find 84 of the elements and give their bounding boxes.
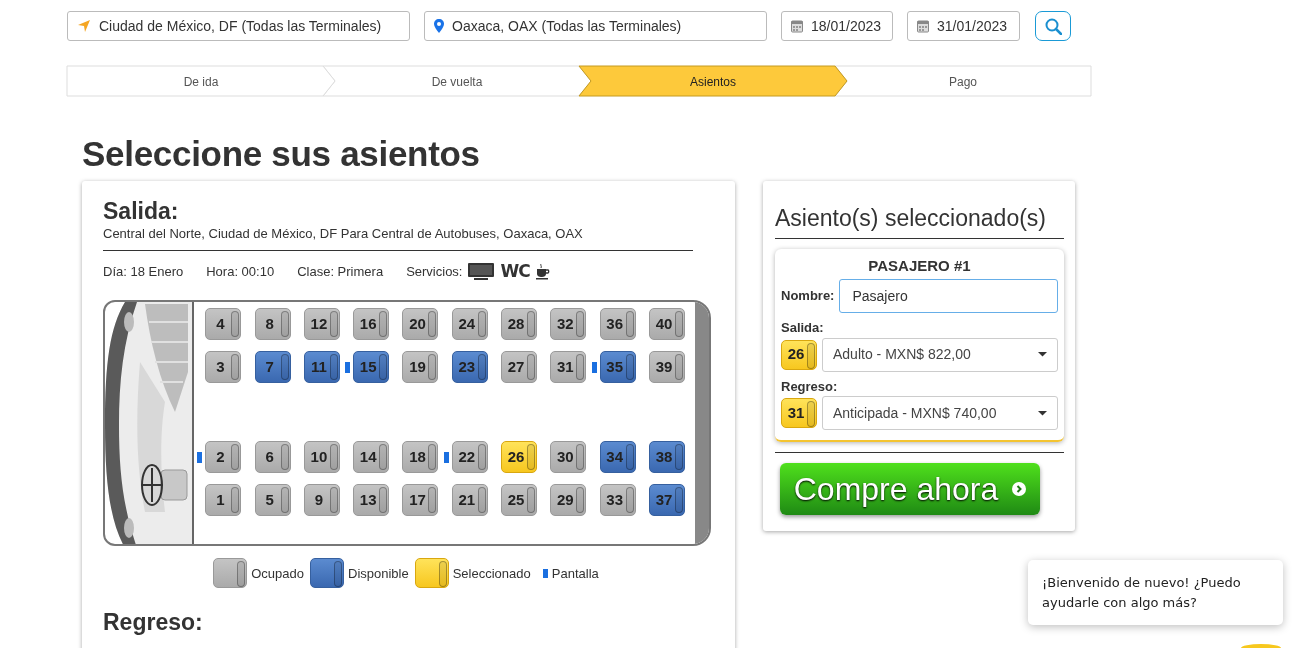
search-icon <box>1044 17 1062 35</box>
field-label: Nombre: <box>781 287 835 306</box>
passenger-title: PASAJERO #1 <box>867 255 972 276</box>
name-input[interactable]: Pasajero <box>839 279 1058 313</box>
seat[interactable]: 32 <box>550 308 587 341</box>
step-tab[interactable]: Pago <box>835 66 1091 97</box>
seat[interactable]: 17 <box>402 484 439 517</box>
seat[interactable]: 39 <box>648 351 685 384</box>
fare-select[interactable]: Anticipada - MXN$ 740,00 <box>822 396 1058 430</box>
seat[interactable]: 22 <box>451 441 488 474</box>
seat[interactable]: 38 <box>648 441 685 474</box>
route-text: Central del Norte, Ciudad de México, DF Para Central de Autobuses, Oaxaca, OAX <box>103 224 693 251</box>
seat[interactable]: 12 <box>303 308 340 341</box>
trip-detail: Hora: 00:10 <box>206 262 275 281</box>
screen-marker <box>542 568 548 578</box>
seat[interactable]: 23 <box>451 351 488 384</box>
legend-label: Seleccionado <box>452 564 531 583</box>
field-label: Salida: <box>781 319 825 337</box>
tv-icon <box>468 263 495 281</box>
seat[interactable]: 3 <box>205 351 242 384</box>
origin-field[interactable]: Ciudad de México, DF (Todas las Terminales) <box>67 11 410 41</box>
seat[interactable]: 29 <box>550 484 587 517</box>
section-title: Salida: <box>103 199 180 225</box>
chat-message: ¡Bienvenido de nuevo! ¿Puedo ayudarle con algo más? <box>1028 560 1283 625</box>
seat[interactable]: 24 <box>451 308 488 341</box>
field-label: Regreso: <box>781 377 839 396</box>
chevron-circle-icon <box>1012 482 1027 496</box>
destination-field[interactable]: Oaxaca, OAX (Todas las Terminales) <box>424 11 767 41</box>
seat[interactable]: 6 <box>254 441 291 474</box>
seat[interactable]: 19 <box>402 351 439 384</box>
panel-title: Asiento(s) seleccionado(s) <box>775 201 1064 239</box>
seat[interactable]: 26 <box>501 441 538 474</box>
caret-icon <box>1038 410 1047 416</box>
seat[interactable]: 4 <box>205 308 242 341</box>
seat[interactable]: 9 <box>303 484 340 517</box>
seat[interactable]: 2 <box>205 441 242 474</box>
legend-label: Ocupado <box>251 564 304 583</box>
seat[interactable]: 40 <box>648 308 685 341</box>
calendar-icon <box>917 19 929 33</box>
seat[interactable]: 11 <box>303 351 340 384</box>
location-arrow-icon <box>77 19 91 33</box>
seat[interactable]: 28 <box>501 308 538 341</box>
seat-badge: 26 <box>781 339 817 370</box>
fare-select[interactable]: Adulto - MXN$ 822,00 <box>822 337 1058 372</box>
calendar-icon <box>791 19 803 33</box>
seat[interactable]: 15 <box>353 351 390 384</box>
seat[interactable]: 7 <box>254 351 291 384</box>
seat[interactable]: 18 <box>402 441 439 474</box>
caret-icon <box>1038 352 1047 357</box>
seat[interactable]: 34 <box>599 441 636 474</box>
seat[interactable]: 33 <box>599 484 636 517</box>
seat[interactable]: 25 <box>501 484 538 517</box>
seat-badge: 31 <box>781 398 817 428</box>
legend-label: Pantalla <box>551 564 599 583</box>
seat[interactable]: 13 <box>353 484 390 517</box>
date-field[interactable]: 18/01/2023 <box>781 11 893 41</box>
map-pin-icon <box>434 19 444 33</box>
trip-detail: Clase: Primera <box>297 262 384 281</box>
seat[interactable]: 20 <box>402 308 439 341</box>
seat[interactable]: 37 <box>648 484 685 517</box>
date-field[interactable]: 31/01/2023 <box>907 11 1020 41</box>
seat[interactable]: 21 <box>451 484 488 517</box>
seat[interactable]: 27 <box>501 351 538 384</box>
page-heading: Seleccione sus asientos <box>82 133 481 175</box>
seat[interactable]: 36 <box>599 308 636 341</box>
seat[interactable]: 35 <box>599 351 636 384</box>
services-label: Servicios: <box>406 262 463 281</box>
seat[interactable]: 10 <box>303 441 340 474</box>
step-tab[interactable]: De vuelta <box>323 66 591 97</box>
step-tab[interactable]: Asientos <box>579 66 847 97</box>
seat[interactable]: 30 <box>550 441 587 474</box>
seat[interactable]: 14 <box>353 441 390 474</box>
seat[interactable]: 8 <box>254 308 291 341</box>
coffee-cup-icon <box>535 263 550 281</box>
trip-detail: Día: 18 Enero <box>103 262 184 281</box>
seat[interactable]: 5 <box>254 484 291 517</box>
wc-label: WC <box>500 259 530 283</box>
search-button[interactable] <box>1035 11 1071 41</box>
legend-label: Disponible <box>348 564 409 583</box>
section-title: Regreso: <box>103 610 204 636</box>
seat[interactable]: 31 <box>550 351 587 384</box>
step-tab[interactable]: De ida <box>67 66 335 97</box>
seat[interactable]: 16 <box>353 308 390 341</box>
seat[interactable]: 1 <box>205 484 242 517</box>
